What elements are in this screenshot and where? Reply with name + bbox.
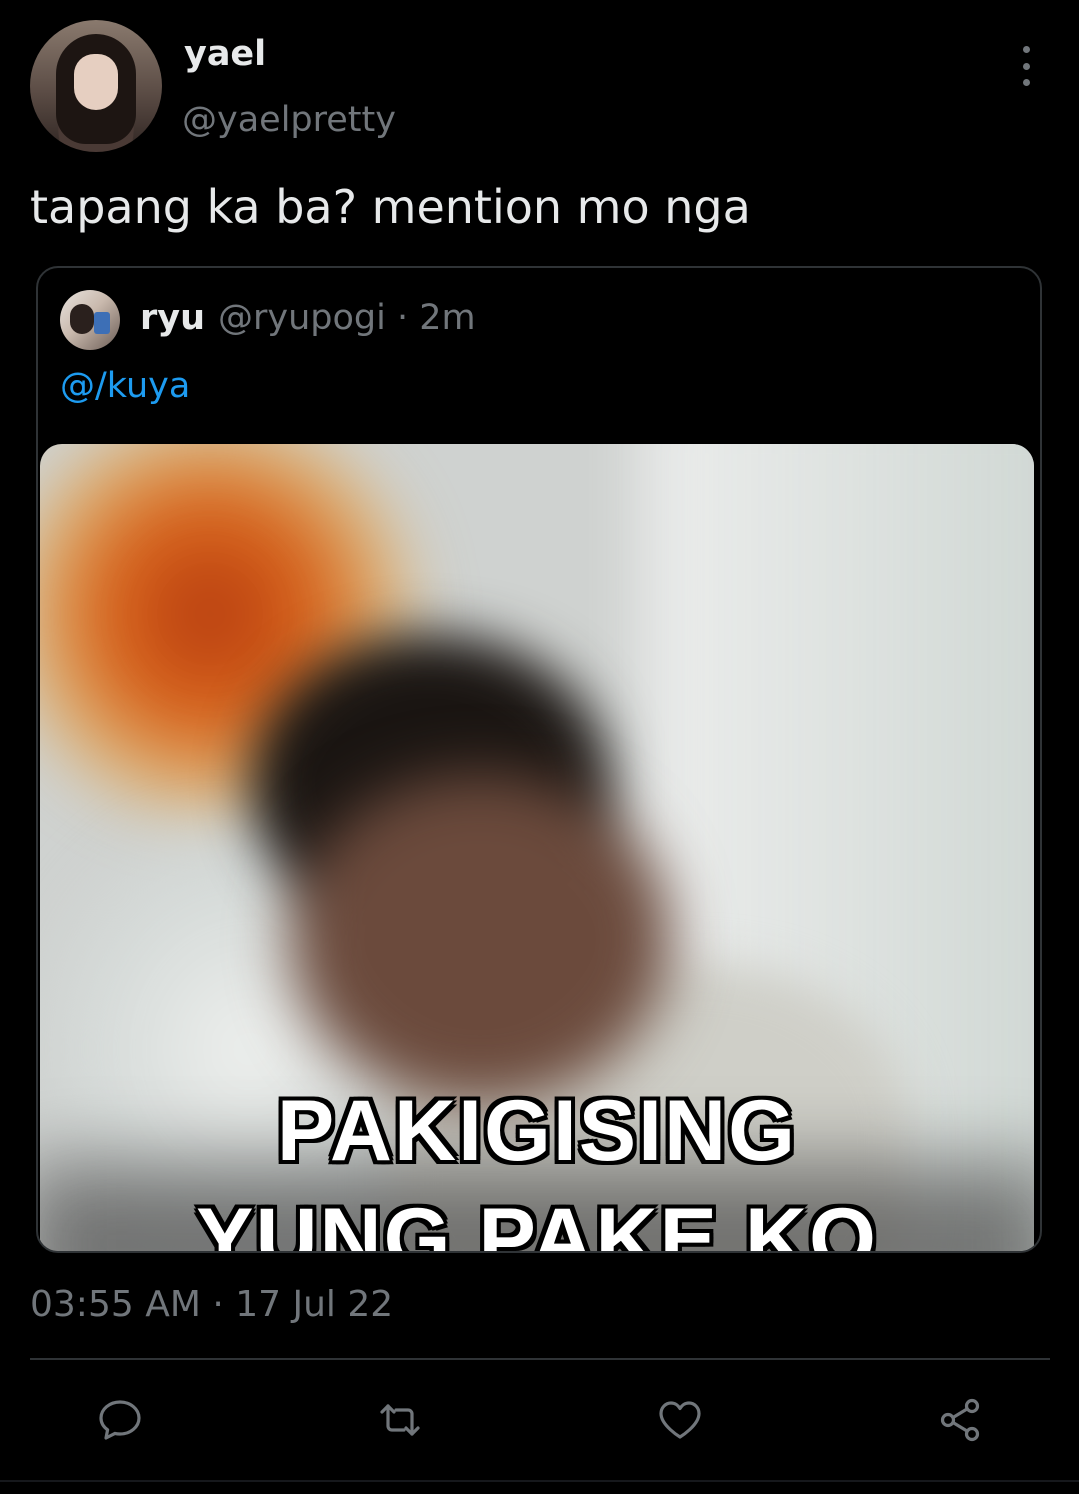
tweet-text: tapang ka ba? mention mo nga <box>30 180 751 234</box>
quoted-media-image[interactable]: PAKIGISING YUNG PAKE KO <box>40 444 1034 1253</box>
reply-icon[interactable] <box>92 1392 148 1448</box>
tweet-timestamp: 03:55 AM · 17 Jul 22 <box>30 1284 394 1325</box>
bottom-divider <box>0 1480 1079 1482</box>
meme-caption-line1: PAKIGISING <box>276 1083 798 1179</box>
profile-avatar[interactable] <box>30 20 162 152</box>
divider <box>30 1358 1050 1360</box>
more-vertical-icon[interactable] <box>1014 46 1038 86</box>
share-icon[interactable] <box>932 1392 988 1448</box>
user-handle[interactable]: @yaelpretty <box>182 100 396 140</box>
retweet-icon[interactable] <box>372 1392 428 1448</box>
quoted-tweet-card[interactable]: ryu @ryupogi · 2m @/kuya PAKIGISING YUNG… <box>36 266 1042 1253</box>
display-name[interactable]: yael <box>184 34 266 74</box>
quoted-display-name: ryu <box>140 298 205 338</box>
heart-icon[interactable] <box>652 1392 708 1448</box>
quoted-handle-time: @ryupogi · 2m <box>218 298 476 338</box>
quoted-text: @/kuya <box>60 366 190 406</box>
meme-caption-line2: YUNG PAKE KO <box>196 1191 878 1253</box>
mention-link[interactable]: @/kuya <box>60 366 190 406</box>
quoted-avatar[interactable] <box>60 290 120 350</box>
